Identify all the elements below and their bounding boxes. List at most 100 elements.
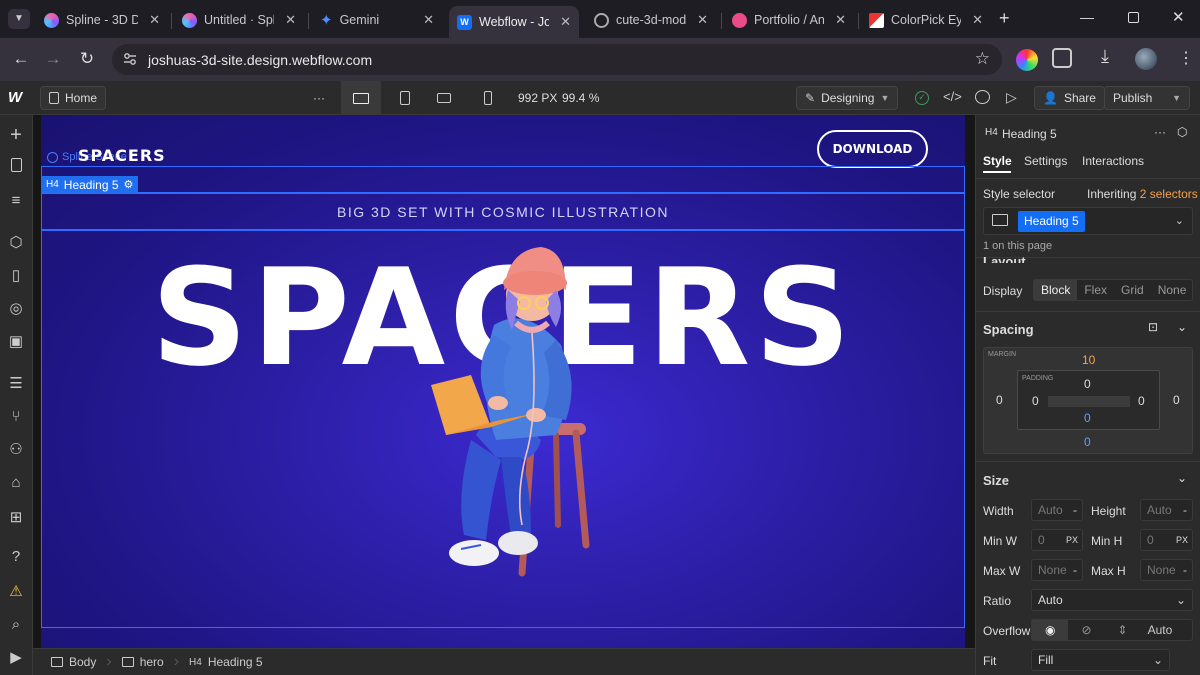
- browser-tab-spline[interactable]: Spline - 3D De ✕: [36, 6, 168, 34]
- mode-dropdown[interactable]: ✎ Designing ▼: [796, 86, 898, 110]
- video-tutorials-icon[interactable]: ▶: [6, 648, 26, 668]
- help-icon[interactable]: ?: [6, 547, 26, 567]
- chevron-down-icon[interactable]: ⌄: [1177, 320, 1187, 334]
- width-input[interactable]: Auto -: [1031, 499, 1083, 521]
- share-button[interactable]: 👤 Share: [1034, 86, 1105, 110]
- breakpoint-desktop-base-button[interactable]: [341, 81, 381, 115]
- colorpick-extension-icon[interactable]: [1016, 49, 1038, 71]
- navigator-icon[interactable]: ≡: [6, 191, 26, 211]
- selected-element-label[interactable]: H4 Heading 5 ⚙: [41, 176, 139, 193]
- max-width-unit-dash[interactable]: -: [1073, 563, 1077, 577]
- overflow-visible-eye-icon[interactable]: ◉: [1032, 620, 1069, 640]
- download-icon[interactable]: ⤓: [1101, 46, 1109, 67]
- restore-window-icon[interactable]: [1128, 12, 1139, 23]
- code-view-icon[interactable]: </>: [943, 89, 962, 104]
- margin-box[interactable]: MARGIN 10 0 0 0 PADDING 0 0 0 0: [983, 347, 1193, 454]
- breakpoint-portrait-button[interactable]: [476, 86, 500, 110]
- max-height-unit-dash[interactable]: -: [1183, 563, 1187, 577]
- padding-box[interactable]: PADDING 0 0 0 0: [1017, 370, 1160, 430]
- ratio-select[interactable]: Auto ⌄: [1031, 589, 1193, 611]
- margin-right-value[interactable]: 0: [1173, 393, 1180, 407]
- display-none-option[interactable]: None: [1151, 280, 1194, 300]
- close-tab-icon[interactable]: ✕: [285, 12, 296, 28]
- close-tab-icon[interactable]: ✕: [423, 12, 434, 28]
- overflow-hidden-eye-off-icon[interactable]: ⊘: [1068, 620, 1104, 640]
- more-options-button[interactable]: ···: [305, 86, 333, 110]
- tab-settings[interactable]: Settings: [1024, 154, 1067, 168]
- variables-icon[interactable]: ◎: [6, 299, 26, 319]
- components-icon[interactable]: ⬡: [6, 233, 26, 253]
- margin-bottom-value[interactable]: 0: [1084, 435, 1091, 449]
- download-button[interactable]: DOWNLOAD: [817, 130, 928, 168]
- tab-list-menu-icon[interactable]: ▼: [8, 9, 30, 29]
- close-tab-icon[interactable]: ✕: [560, 14, 571, 30]
- breakpoint-tablet-button[interactable]: [392, 86, 418, 110]
- site-info-icon[interactable]: [122, 51, 138, 67]
- overflow-auto-option[interactable]: Auto: [1141, 620, 1180, 640]
- style-guide-icon[interactable]: ▯: [6, 266, 26, 286]
- bookmark-star-icon[interactable]: ☆: [975, 49, 990, 69]
- logic-icon[interactable]: ⑂: [6, 407, 26, 427]
- tab-style[interactable]: Style: [983, 154, 1012, 168]
- padding-right-value[interactable]: 0: [1138, 394, 1145, 408]
- breakpoint-landscape-button[interactable]: [429, 86, 459, 110]
- max-width-input[interactable]: None -: [1031, 559, 1083, 581]
- breadcrumb-body[interactable]: Body: [41, 655, 106, 669]
- size-section-title[interactable]: Size: [983, 473, 1009, 488]
- max-height-input[interactable]: None -: [1140, 559, 1193, 581]
- spacing-section-title[interactable]: Spacing: [983, 322, 1034, 337]
- height-input[interactable]: Auto -: [1140, 499, 1193, 521]
- apps-icon[interactable]: ⊞: [6, 508, 26, 528]
- height-unit-dash[interactable]: -: [1183, 503, 1187, 517]
- browser-tab-cute-3d[interactable]: cute-3d-mode ✕: [586, 6, 716, 34]
- reload-icon[interactable]: ↻: [76, 48, 98, 70]
- browser-tab-webflow[interactable]: W Webflow - Jos ✕: [449, 6, 579, 38]
- url-bar[interactable]: joshuas-3d-site.design.webflow.com ☆: [112, 44, 1002, 75]
- padding-left-value[interactable]: 0: [1032, 394, 1039, 408]
- tab-interactions[interactable]: Interactions: [1082, 154, 1144, 168]
- hero-section[interactable]: Spline Scene SPACERS DOWNLOAD H4 Heading…: [41, 115, 965, 648]
- layout-section-title[interactable]: Layout: [983, 255, 1026, 263]
- search-icon[interactable]: ⌕: [6, 615, 26, 635]
- browser-tab-colorpick[interactable]: ColorPick Eye ✕: [861, 6, 991, 34]
- cms-icon[interactable]: ☰: [6, 374, 26, 394]
- close-window-icon[interactable]: ✕: [1172, 8, 1185, 26]
- browser-tab-untitled[interactable]: Untitled · Splin ✕: [174, 6, 304, 34]
- breadcrumb-hero[interactable]: hero: [112, 655, 174, 669]
- add-elements-icon[interactable]: +: [6, 125, 26, 145]
- browser-menu-icon[interactable]: ⋮: [1178, 48, 1194, 68]
- margin-left-value[interactable]: 0: [996, 393, 1003, 407]
- back-arrow-icon[interactable]: ←: [10, 48, 32, 70]
- display-block-option[interactable]: Block: [1034, 280, 1078, 300]
- character-illustration[interactable]: [416, 235, 626, 605]
- extensions-puzzle-icon[interactable]: [1052, 48, 1072, 68]
- display-flex-option[interactable]: Flex: [1077, 280, 1114, 300]
- browser-tab-gemini[interactable]: ✦ Gemini ✕: [312, 6, 442, 34]
- comments-icon[interactable]: [975, 90, 990, 104]
- chevron-down-icon[interactable]: ⌄: [1175, 214, 1184, 227]
- overflow-scroll-icon[interactable]: ⇕: [1105, 620, 1141, 640]
- selector-field[interactable]: Heading 5 ⌄: [983, 207, 1193, 235]
- close-tab-icon[interactable]: ✕: [972, 12, 983, 28]
- hero-subtitle[interactable]: BIG 3D SET WITH COSMIC ILLUSTRATION: [41, 204, 965, 220]
- inheriting-count[interactable]: 2 selectors: [1140, 187, 1198, 201]
- overflow-segmented-control[interactable]: ◉ ⊘ ⇕ Auto: [1031, 619, 1193, 641]
- margin-top-value[interactable]: 10: [1082, 353, 1095, 367]
- chevron-down-icon[interactable]: ⌄: [1177, 471, 1187, 485]
- fit-select[interactable]: Fill ⌄: [1031, 649, 1170, 671]
- forward-arrow-icon[interactable]: →: [42, 48, 64, 70]
- selector-chip[interactable]: Heading 5: [1018, 211, 1085, 232]
- webflow-logo-icon[interactable]: W: [8, 89, 22, 106]
- assets-icon[interactable]: ▣: [6, 332, 26, 352]
- close-tab-icon[interactable]: ✕: [835, 12, 846, 28]
- display-grid-option[interactable]: Grid: [1114, 280, 1151, 300]
- padding-top-value[interactable]: 0: [1084, 377, 1091, 391]
- cube-icon[interactable]: ⬡: [1177, 125, 1187, 139]
- minimize-window-icon[interactable]: —: [1080, 9, 1094, 25]
- close-tab-icon[interactable]: ✕: [149, 12, 160, 28]
- min-height-unit[interactable]: PX: [1176, 535, 1188, 545]
- page-selector-button[interactable]: Home: [40, 86, 107, 110]
- site-logo[interactable]: SPACERS: [78, 146, 166, 165]
- ecommerce-icon[interactable]: ⌂: [6, 473, 26, 493]
- warning-icon[interactable]: ⚠: [6, 582, 26, 602]
